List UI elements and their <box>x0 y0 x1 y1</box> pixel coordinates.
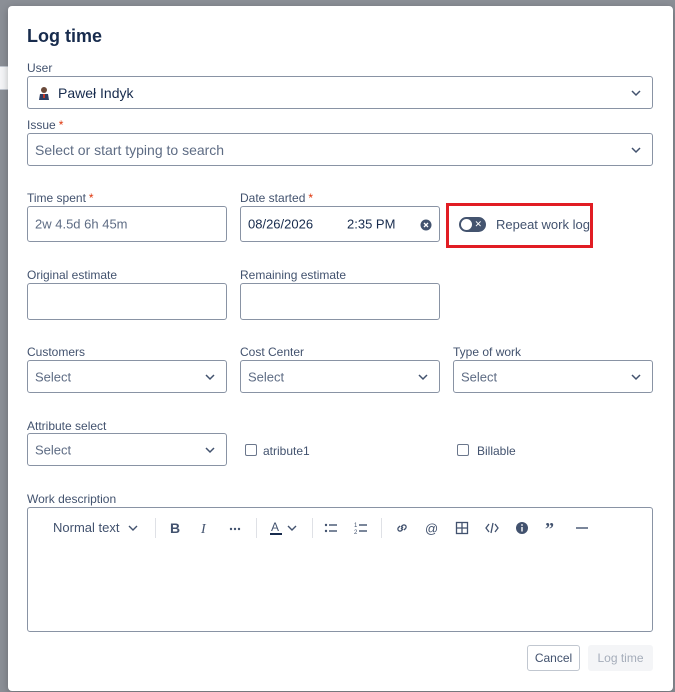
time-spent-placeholder: 2w 4.5d 6h 45m <box>35 216 128 232</box>
remaining-estimate-label: Remaining estimate <box>240 268 347 282</box>
billable-checkbox[interactable] <box>457 444 469 456</box>
time-spent-input[interactable]: 2w 4.5d 6h 45m <box>27 206 227 242</box>
svg-text:@: @ <box>425 521 438 535</box>
original-estimate-label: Original estimate <box>27 268 118 282</box>
chevron-down-icon[interactable] <box>122 517 144 539</box>
mention-icon[interactable]: @ <box>421 517 443 539</box>
info-panel-icon[interactable] <box>511 517 533 539</box>
bullet-list-icon[interactable] <box>320 517 342 539</box>
issue-select[interactable]: Select or start typing to search <box>27 133 653 166</box>
cancel-button[interactable]: Cancel <box>527 645 580 671</box>
time-value: 2:35 PM <box>347 216 396 232</box>
chevron-down-icon <box>416 370 430 384</box>
time-spent-label: Time spent * <box>27 191 94 205</box>
quote-icon[interactable]: ” <box>541 517 563 539</box>
cost-center-label: Cost Center <box>240 345 305 359</box>
user-label: User <box>27 61 53 75</box>
code-icon[interactable] <box>481 517 503 539</box>
work-description-label: Work description <box>27 492 117 506</box>
svg-text:I: I <box>200 522 207 535</box>
issue-label: Issue * <box>27 118 64 132</box>
toggle-knob <box>461 219 472 230</box>
toolbar-divider <box>256 518 257 538</box>
toolbar-divider <box>155 518 156 538</box>
date-started-label: Date started * <box>240 191 314 205</box>
date-started-input[interactable]: 08/26/2026 2:35 PM <box>240 206 440 242</box>
toolbar-divider <box>312 518 313 538</box>
customers-value: Select <box>35 369 72 384</box>
attribute-select-value: Select <box>35 442 72 457</box>
toolbar-divider <box>381 518 382 538</box>
repeat-work-log-toggle[interactable]: ✕ <box>459 217 486 232</box>
chevron-down-icon <box>203 370 217 384</box>
user-select[interactable]: Paweł Indyk <box>27 76 653 109</box>
svg-text:”: ” <box>545 521 554 535</box>
italic-icon[interactable]: I <box>194 517 216 539</box>
text-style-dropdown[interactable]: Normal text <box>53 520 119 535</box>
clear-icon[interactable] <box>420 218 432 231</box>
cost-center-value: Select <box>248 369 285 384</box>
more-formatting-icon[interactable] <box>224 517 246 539</box>
attribute-select[interactable]: Select <box>27 433 227 466</box>
log-time-dialog: Log time User Paweł Indyk Issue * Select … <box>8 6 673 691</box>
numbered-list-icon[interactable]: 12 <box>350 517 372 539</box>
repeat-work-log-label: Repeat work log <box>496 217 590 232</box>
repeat-work-log-highlight: ✕ Repeat work log <box>446 203 593 248</box>
user-value: Paweł Indyk <box>58 84 134 101</box>
type-of-work-label: Type of work <box>453 345 522 359</box>
customers-label: Customers <box>27 345 86 359</box>
svg-text:A: A <box>271 520 279 534</box>
billable-label: Billable <box>477 444 516 458</box>
user-avatar-icon <box>37 86 51 100</box>
chevron-down-icon <box>629 86 643 100</box>
chevron-down-icon <box>203 443 217 457</box>
chevron-down-icon <box>629 143 643 157</box>
original-estimate-input[interactable] <box>27 283 227 320</box>
svg-text:2: 2 <box>354 530 358 535</box>
cost-center-select[interactable]: Select <box>240 360 440 393</box>
work-description-editor[interactable]: Normal text B I A 12 @ ” <box>27 507 653 632</box>
bold-icon[interactable]: B <box>164 517 186 539</box>
log-time-button[interactable]: Log time <box>588 645 653 671</box>
issue-placeholder: Select or start typing to search <box>35 141 225 158</box>
type-of-work-select[interactable]: Select <box>453 360 653 393</box>
toggle-off-icon: ✕ <box>474 219 482 229</box>
atribute1-label: atribute1 <box>263 444 310 458</box>
customers-select[interactable]: Select <box>27 360 227 393</box>
chevron-down-icon <box>629 370 643 384</box>
chevron-down-icon[interactable] <box>281 517 303 539</box>
table-icon[interactable] <box>451 517 473 539</box>
type-of-work-value: Select <box>461 369 498 384</box>
divider-icon[interactable] <box>571 517 593 539</box>
dialog-title: Log time <box>27 26 102 46</box>
link-icon[interactable] <box>391 517 413 539</box>
attribute-select-label: Attribute select <box>27 419 107 433</box>
svg-text:1: 1 <box>354 523 358 529</box>
atribute1-checkbox[interactable] <box>245 444 257 456</box>
svg-text:B: B <box>170 521 180 535</box>
background-page-peek <box>0 66 8 90</box>
date-value: 08/26/2026 <box>248 216 314 232</box>
remaining-estimate-input[interactable] <box>240 283 440 320</box>
